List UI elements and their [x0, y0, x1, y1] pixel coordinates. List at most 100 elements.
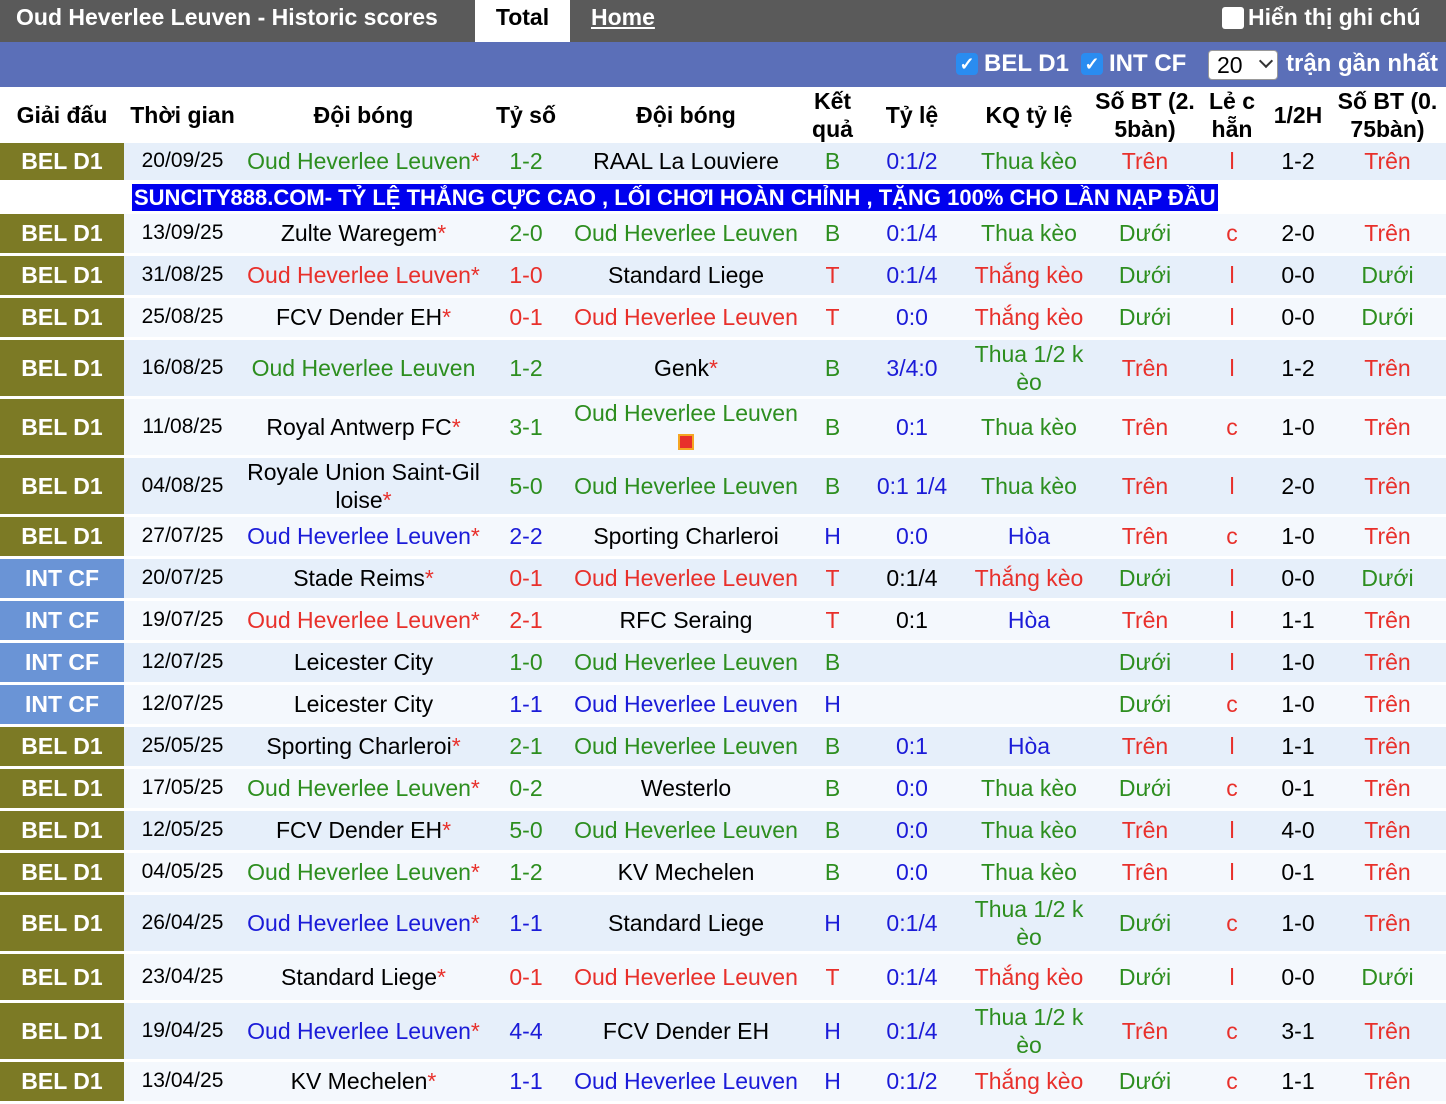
league-badge[interactable]: BEL D1 [0, 397, 124, 456]
home-team[interactable]: Oud Heverlee Leuven [247, 775, 471, 801]
checkmark-icon[interactable]: ✓ [956, 53, 978, 75]
home-team[interactable]: Royale Union Saint-Gil loise [247, 459, 480, 513]
col-header: Thời gian [130, 102, 235, 128]
home-team[interactable]: Oud Heverlee Leuven [247, 523, 471, 549]
table-row: BEL D1 17/05/25 Oud Heverlee Leuven* 0-2 Wes… [0, 767, 1446, 809]
away-team[interactable]: Oud Heverlee Leuven [574, 691, 798, 717]
home-team[interactable]: Standard Liege [281, 964, 437, 990]
home-team[interactable]: Oud Heverlee Leuven [247, 607, 471, 633]
score[interactable]: 1-1 [486, 893, 566, 952]
home-team[interactable]: Sporting Charleroi [266, 733, 451, 759]
league-badge[interactable]: BEL D1 [0, 456, 124, 515]
league-badge[interactable]: INT CF [0, 683, 124, 725]
score[interactable]: 1-1 [486, 1060, 566, 1102]
league-badge[interactable]: BEL D1 [0, 338, 124, 397]
score[interactable]: 5-0 [486, 456, 566, 515]
score[interactable]: 0-1 [486, 952, 566, 1001]
tab-home[interactable]: Home [591, 0, 655, 34]
league-badge[interactable]: INT CF [0, 557, 124, 599]
ad-banner-link[interactable]: SUNCITY888.COM- TỶ LỆ THẮNG CỰC CAO , LỐ… [132, 183, 1218, 211]
score[interactable]: 3-1 [486, 397, 566, 456]
score[interactable]: 1-1 [486, 683, 566, 725]
home-team[interactable]: Oud Heverlee Leuven [247, 262, 471, 288]
filter-int-cf[interactable]: ✓ INT CF [1081, 50, 1186, 78]
home-team[interactable]: Leicester City [294, 691, 433, 717]
league-badge[interactable]: BEL D1 [0, 296, 124, 338]
league-badge[interactable]: BEL D1 [0, 725, 124, 767]
filter-int-cf-label: INT CF [1109, 50, 1187, 77]
home-team[interactable]: FCV Dender EH [276, 304, 442, 330]
league-badge[interactable]: BEL D1 [0, 1001, 124, 1060]
away-team[interactable]: Oud Heverlee Leuven [574, 304, 798, 330]
score[interactable]: 2-2 [486, 515, 566, 557]
match-count-select[interactable]: 20 [1208, 50, 1278, 80]
match-result: T [806, 599, 859, 641]
league-badge[interactable]: INT CF [0, 641, 124, 683]
home-team[interactable]: KV Mechelen [291, 1068, 428, 1094]
score[interactable]: 5-0 [486, 809, 566, 851]
match-date: 12/07/25 [124, 683, 241, 725]
home-team[interactable]: Oud Heverlee Leuven [252, 355, 476, 381]
league-badge[interactable]: BEL D1 [0, 851, 124, 893]
away-team[interactable]: Oud Heverlee Leuven [574, 649, 798, 675]
home-team[interactable]: Oud Heverlee Leuven [247, 1018, 471, 1044]
away-team[interactable]: Oud Heverlee Leuven [574, 565, 798, 591]
away-team[interactable]: Genk [654, 355, 709, 381]
league-badge[interactable]: BEL D1 [0, 254, 124, 296]
away-team[interactable]: Sporting Charleroi [593, 523, 778, 549]
away-team[interactable]: Oud Heverlee Leuven [574, 817, 798, 843]
score[interactable]: 0-2 [486, 767, 566, 809]
league-badge[interactable]: BEL D1 [0, 212, 124, 254]
home-team[interactable]: Oud Heverlee Leuven [247, 148, 471, 174]
league-badge[interactable]: BEL D1 [0, 515, 124, 557]
home-team[interactable]: Oud Heverlee Leuven [247, 859, 471, 885]
league-badge[interactable]: INT CF [0, 599, 124, 641]
score[interactable]: 1-0 [486, 254, 566, 296]
over-under-2-5: Trên [1093, 338, 1197, 397]
home-team[interactable]: Oud Heverlee Leuven [247, 910, 471, 936]
score[interactable]: 2-1 [486, 599, 566, 641]
score[interactable]: 1-2 [486, 338, 566, 397]
away-team[interactable]: Oud Heverlee Leuven [574, 1068, 798, 1094]
away-team[interactable]: RAAL La Louviere [593, 148, 779, 174]
away-team[interactable]: Standard Liege [608, 262, 764, 288]
league-badge[interactable]: BEL D1 [0, 767, 124, 809]
away-team[interactable]: Westerlo [641, 775, 731, 801]
odds-result: Thắng kèo [965, 1060, 1093, 1102]
show-notes-toggle[interactable]: Hiển thị ghi chú [1222, 4, 1421, 31]
away-team[interactable]: RFC Seraing [620, 607, 753, 633]
away-team[interactable]: Oud Heverlee Leuven [574, 400, 798, 426]
away-team[interactable]: FCV Dender EH [603, 1018, 769, 1044]
score[interactable]: 2-0 [486, 212, 566, 254]
league-badge[interactable]: BEL D1 [0, 1060, 124, 1102]
score[interactable]: 0-1 [486, 557, 566, 599]
away-team[interactable]: Oud Heverlee Leuven [574, 473, 798, 499]
home-team[interactable]: FCV Dender EH [276, 817, 442, 843]
score[interactable]: 1-2 [486, 851, 566, 893]
league-badge[interactable]: BEL D1 [0, 143, 124, 181]
score[interactable]: 1-2 [486, 143, 566, 181]
tab-total[interactable]: Total [475, 0, 570, 42]
away-team[interactable]: Oud Heverlee Leuven [574, 220, 798, 246]
checkmark-icon[interactable]: ✓ [1081, 53, 1103, 75]
home-team[interactable]: Stade Reims [293, 565, 425, 591]
score[interactable]: 1-0 [486, 641, 566, 683]
home-team[interactable]: Royal Antwerp FC [266, 414, 451, 440]
half-time-score: 4-0 [1267, 809, 1329, 851]
away-team[interactable]: Oud Heverlee Leuven [574, 733, 798, 759]
filter-bel-d1[interactable]: ✓ BEL D1 [956, 50, 1069, 78]
score[interactable]: 2-1 [486, 725, 566, 767]
league-badge[interactable]: BEL D1 [0, 809, 124, 851]
away-team[interactable]: Standard Liege [608, 910, 764, 936]
home-team[interactable]: Zulte Waregem [281, 220, 437, 246]
score[interactable]: 0-1 [486, 296, 566, 338]
home-team[interactable]: Leicester City [294, 649, 433, 675]
league-badge[interactable]: BEL D1 [0, 952, 124, 1001]
away-team[interactable]: KV Mechelen [618, 859, 755, 885]
show-notes-checkbox[interactable] [1222, 6, 1244, 29]
score[interactable]: 4-4 [486, 1001, 566, 1060]
away-team[interactable]: Oud Heverlee Leuven [574, 964, 798, 990]
match-result: B [806, 212, 859, 254]
half-time-score: 1-0 [1267, 515, 1329, 557]
league-badge[interactable]: BEL D1 [0, 893, 124, 952]
